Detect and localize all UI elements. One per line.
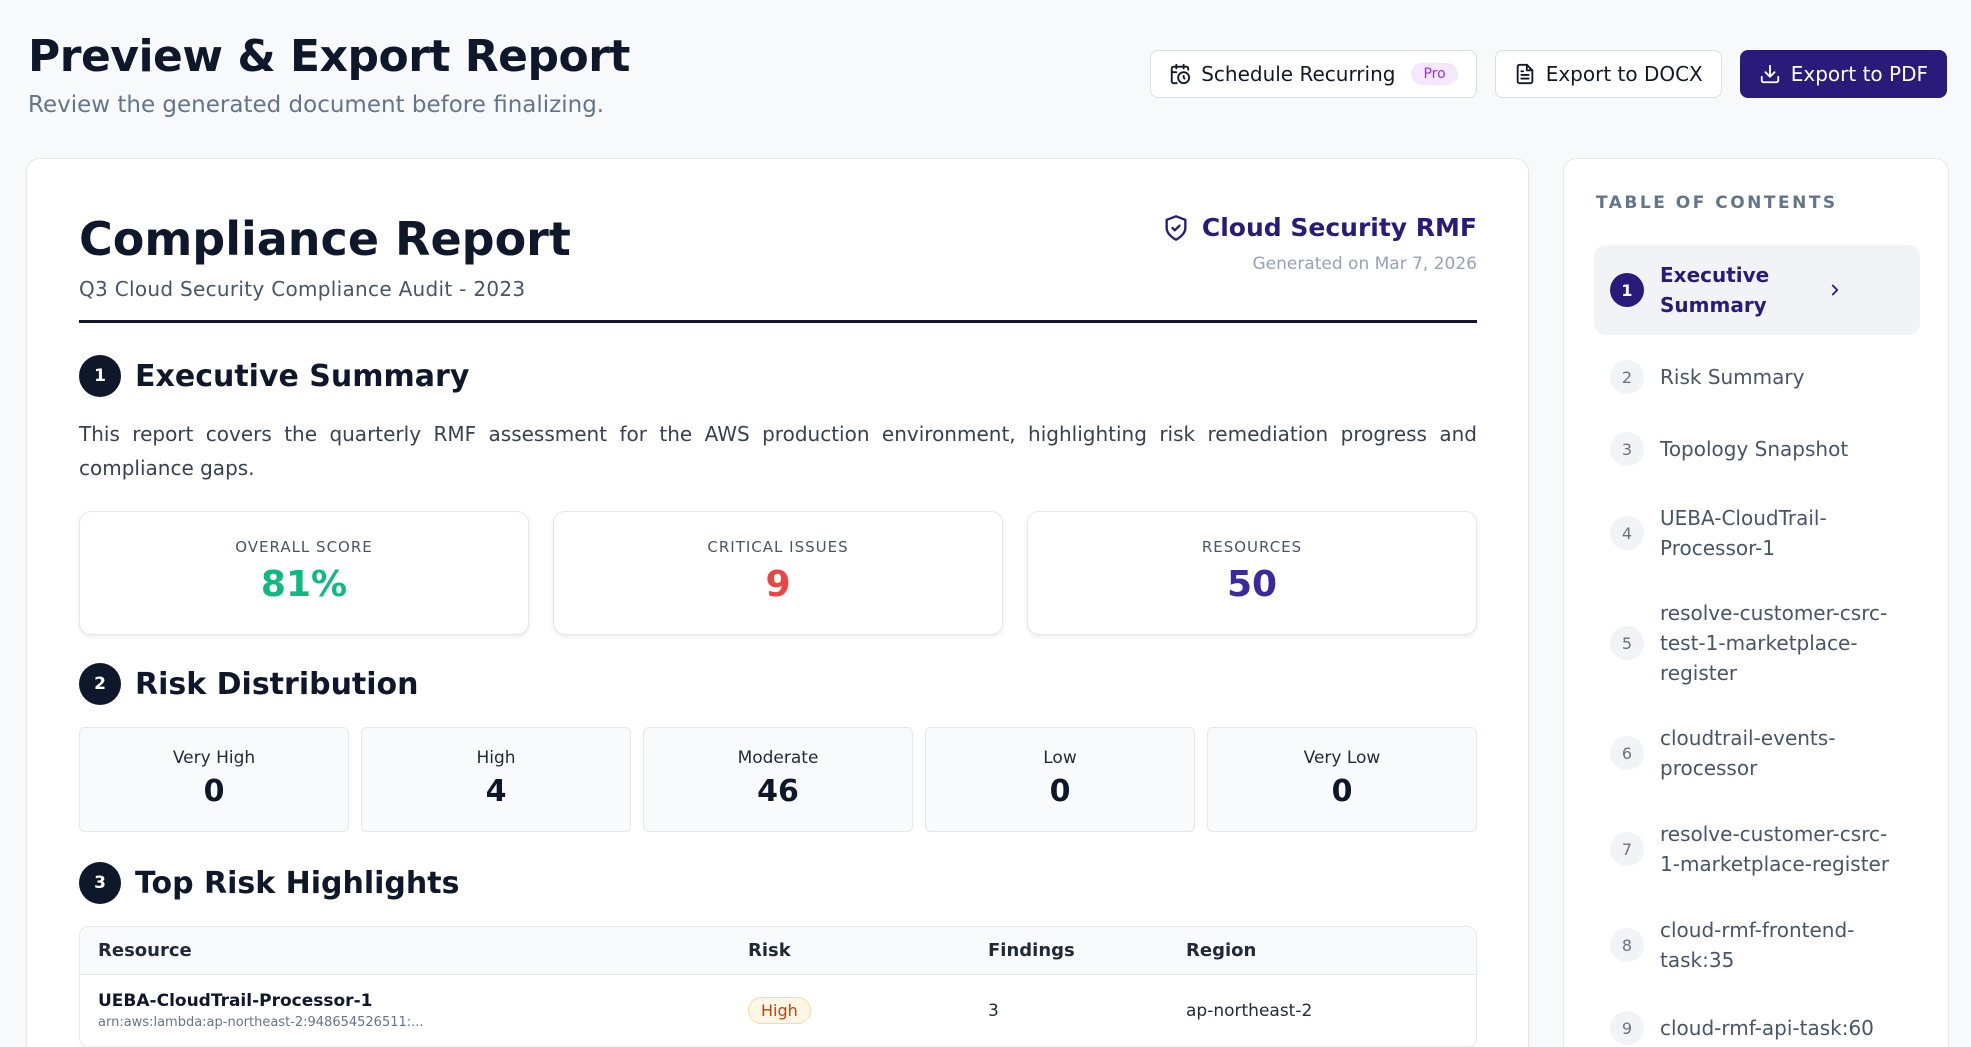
stat-value: 9 [765,564,791,605]
toc-item-api-task[interactable]: 9 cloud-rmf-api-task:60 [1594,993,1920,1047]
toc-item-number: 2 [1610,360,1644,394]
risk-level-moderate: Moderate 46 [643,727,913,832]
table-row[interactable]: UEBA-CloudTrail-Processor-1 arn:aws:lamb… [80,975,1476,1047]
export-docx-label: Export to DOCX [1545,62,1703,86]
toc-item-topology-snapshot[interactable]: 3 Topology Snapshot [1594,413,1920,485]
table-header: Resource Risk Findings Region [80,927,1476,975]
schedule-recurring-label: Schedule Recurring [1201,62,1396,86]
toc-item-label: cloudtrail-events-processor [1660,726,1836,780]
chevron-right-icon [1831,284,1839,296]
toc-item-frontend-task[interactable]: 8 cloud-rmf-frontend-task:35 [1594,897,1920,993]
risk-level-count: 0 [1049,774,1071,809]
risk-level-label: Very Low [1303,748,1381,768]
executive-summary-section: 1 Executive Summary This report covers t… [79,355,1477,635]
risk-level-low: Low 0 [925,727,1195,832]
toc-title: TABLE OF CONTENTS [1596,193,1838,213]
risk-level-very-low: Very Low 0 [1207,727,1477,832]
findings-count: 3 [988,1000,999,1021]
brand-block: Cloud Security RMF Generated on Mar 7, 2… [1162,213,1477,274]
report-header: Compliance Report Q3 Cloud Security Comp… [79,211,1477,323]
toc-item-number: 4 [1610,516,1644,550]
toc-item-label: Executive Summary [1660,263,1770,317]
header-actions: Schedule Recurring Pro Export to DOCX Ex… [1150,50,1947,98]
report-preview[interactable]: Compliance Report Q3 Cloud Security Comp… [26,158,1529,1047]
toc-item-ueba-cloudtrail[interactable]: 4 UEBA-CloudTrail-Processor-1 [1594,485,1920,581]
toc-item-label: resolve-customer-csrc-1-marketplace-regi… [1660,822,1890,876]
pro-badge: Pro [1411,63,1458,85]
stat-card-resources: RESOURCES 50 [1027,511,1477,635]
risk-level-label: Moderate [737,748,819,768]
risk-level-high: High 4 [361,727,631,832]
risk-level-count: 0 [1331,774,1353,809]
column-header-region: Region [1186,940,1257,961]
toc-item-label: Topology Snapshot [1660,437,1849,461]
stat-card-critical-issues: CRITICAL ISSUES 9 [553,511,1003,635]
table-of-contents: TABLE OF CONTENTS 1 Executive Summary 2 … [1563,158,1949,1047]
section-number: 3 [79,862,121,904]
risk-level-count: 46 [757,774,799,809]
resource-arn: arn:aws:lambda:ap-northeast-2:9486545265… [98,1015,424,1030]
toc-item-number: 7 [1610,832,1644,866]
toc-item-cloudtrail-events[interactable]: 6 cloudtrail-events-processor [1594,705,1920,801]
toc-item-number: 1 [1610,273,1644,307]
stat-card-overall-score: OVERALL SCORE 81% [79,511,529,635]
toc-item-label: resolve-customer-csrc-test-1-marketplace… [1660,601,1888,685]
stat-label: OVERALL SCORE [235,538,373,556]
toc-item-number: 8 [1610,928,1644,962]
risk-level-label: High [476,748,516,768]
page-header: Preview & Export Report Review the gener… [28,28,1947,128]
section-title: Risk Distribution [135,666,419,702]
stat-row: OVERALL SCORE 81% CRITICAL ISSUES 9 RESO… [79,511,1477,635]
export-docx-button[interactable]: Export to DOCX [1494,50,1722,98]
toc-item-number: 3 [1610,432,1644,466]
export-pdf-button[interactable]: Export to PDF [1739,50,1947,98]
section-number: 1 [79,355,121,397]
executive-summary-text: This report covers the quarterly RMF ass… [79,422,1477,480]
toc-item-number: 5 [1610,626,1644,660]
section-number: 2 [79,663,121,705]
resource-name: UEBA-CloudTrail-Processor-1 [98,991,373,1011]
risk-level-very-high: Very High 0 [79,727,349,832]
download-icon [1760,64,1779,84]
stat-label: CRITICAL ISSUES [707,538,849,556]
column-header-findings: Findings [988,940,1075,961]
export-pdf-label: Export to PDF [1790,62,1928,86]
calendar-clock-icon [1171,63,1191,85]
shield-check-icon [1165,214,1187,241]
risk-distribution-row: Very High 0 High 4 Moderate 46 Low 0 Ver… [79,727,1477,832]
top-risk-highlights-section: 3 Top Risk Highlights Resource Risk Find… [79,862,1477,1047]
stat-value: 50 [1226,564,1278,605]
report-content: Compliance Report Q3 Cloud Security Comp… [79,211,1477,1047]
report-subtitle: Q3 Cloud Security Compliance Audit - 202… [79,277,526,301]
toc-item-number: 9 [1610,1011,1644,1045]
risk-level-count: 0 [203,774,225,809]
generated-date: Generated on Mar 7, 2026 [1252,254,1477,274]
risk-level-label: Very High [172,748,256,768]
section-title: Executive Summary [135,358,470,394]
toc-item-label: Risk Summary [1660,365,1805,389]
document-icon [1516,63,1533,85]
toc-item-number: 6 [1610,736,1644,770]
region: ap-northeast-2 [1186,1000,1313,1021]
toc-item-label: cloud-rmf-api-task:60 [1660,1016,1874,1040]
toc-item-risk-summary[interactable]: 2 Risk Summary [1594,341,1920,413]
risk-highlights-table: Resource Risk Findings Region UEBA-Cloud… [79,926,1477,1047]
column-header-resource: Resource [98,940,192,961]
toc-item-resolve-customer-test[interactable]: 5 resolve-customer-csrc-test-1-marketpla… [1594,581,1920,705]
toc-list: 1 Executive Summary 2 Risk Summary 3 Top… [1594,245,1920,1047]
toc-item-label: cloud-rmf-frontend-task:35 [1660,918,1855,972]
stat-value: 81% [260,564,348,605]
toc-item-resolve-customer[interactable]: 7 resolve-customer-csrc-1-marketplace-re… [1594,801,1920,897]
section-title: Top Risk Highlights [135,865,460,901]
stat-label: RESOURCES [1201,538,1303,556]
risk-level-count: 4 [485,774,507,809]
column-header-risk: Risk [748,940,791,961]
toc-item-label: UEBA-CloudTrail-Processor-1 [1660,506,1827,560]
risk-level-label: Low [1043,748,1077,768]
risk-badge: High [748,997,811,1024]
schedule-recurring-button[interactable]: Schedule Recurring Pro [1150,50,1477,98]
risk-distribution-section: 2 Risk Distribution Very High 0 High 4 M… [79,663,1477,832]
brand-name: Cloud Security RMF [1201,213,1477,242]
toc-item-executive-summary[interactable]: 1 Executive Summary [1594,245,1920,335]
